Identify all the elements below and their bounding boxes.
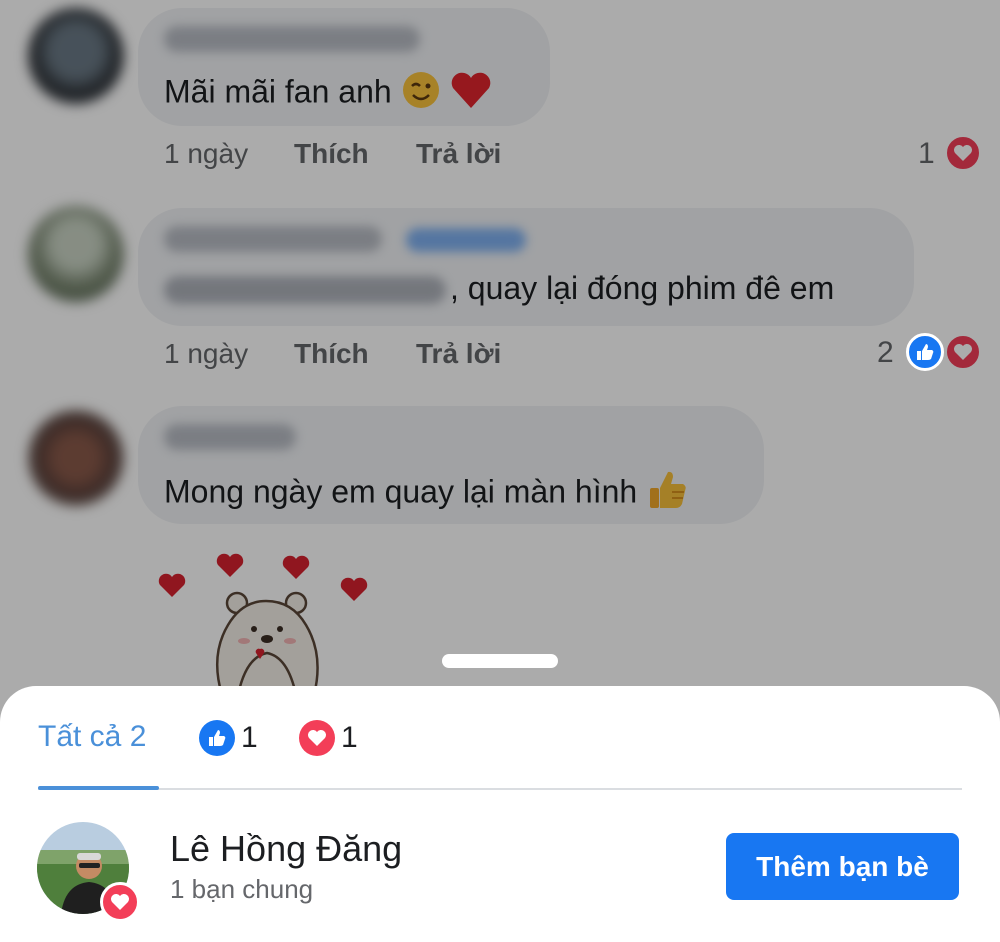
mutual-friends: 1 bạn chung (170, 874, 314, 904)
person-name[interactable]: Lê Hồng Đăng (170, 828, 402, 870)
tab-active-indicator (38, 786, 159, 790)
like-icon (199, 720, 235, 756)
reactions-sheet: Tất cả 2 1 1 Lê Hồng Đăng 1 bạn chung Th… (0, 686, 1000, 942)
add-friend-button[interactable]: Thêm bạn bè (726, 833, 959, 900)
tab-love[interactable]: 1 (299, 720, 358, 756)
comment-screen: Mãi mãi fan anh 1 ngày Thích Trả lời 1 ,… (0, 0, 1000, 942)
tab-like[interactable]: 1 (199, 720, 258, 756)
tab-like-count: 1 (241, 721, 258, 754)
like-icon[interactable] (906, 333, 944, 371)
love-icon (299, 720, 335, 756)
tab-all[interactable]: Tất cả 2 (38, 720, 146, 754)
love-icon (100, 882, 140, 922)
tab-divider (38, 788, 962, 790)
tab-all-label: Tất cả 2 (38, 720, 147, 753)
tab-love-count: 1 (341, 721, 358, 754)
sheet-drag-handle[interactable] (442, 654, 558, 668)
